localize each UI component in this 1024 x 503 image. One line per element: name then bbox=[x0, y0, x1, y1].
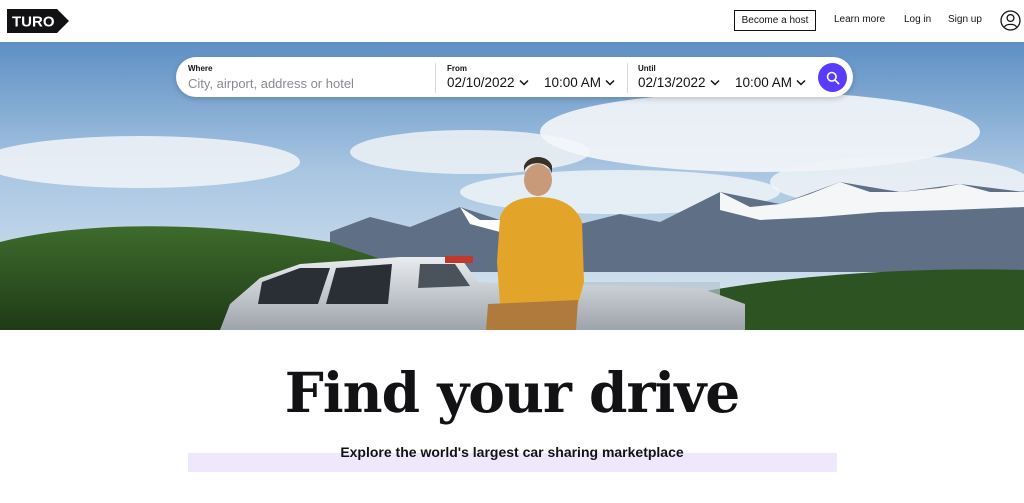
search-bar: Where From 02/10/2022 10:00 AM Until 02/… bbox=[176, 57, 853, 97]
until-time-select[interactable]: 10:00 AM bbox=[735, 75, 806, 90]
search-divider bbox=[435, 63, 436, 93]
where-label: Where bbox=[188, 64, 213, 73]
from-time-select[interactable]: 10:00 AM bbox=[544, 75, 615, 90]
from-label: From bbox=[447, 64, 467, 73]
learn-more-link[interactable]: Learn more bbox=[834, 14, 885, 25]
search-button[interactable] bbox=[818, 63, 847, 92]
until-time-value: 10:00 AM bbox=[735, 75, 793, 90]
from-date-value: 02/10/2022 bbox=[447, 75, 515, 90]
until-label: Until bbox=[638, 64, 656, 73]
turo-logo[interactable]: TURO bbox=[7, 9, 69, 33]
log-in-link[interactable]: Log in bbox=[904, 14, 931, 25]
where-input[interactable] bbox=[188, 75, 428, 91]
become-a-host-button[interactable]: Become a host bbox=[734, 10, 816, 31]
search-divider bbox=[627, 63, 628, 93]
from-date-select[interactable]: 02/10/2022 bbox=[447, 75, 529, 90]
from-time-value: 10:00 AM bbox=[544, 75, 602, 90]
chevron-down-icon bbox=[710, 79, 720, 86]
sign-up-link[interactable]: Sign up bbox=[948, 14, 982, 25]
subheadline: Explore the world's largest car sharing … bbox=[340, 444, 684, 460]
until-date-select[interactable]: 02/13/2022 bbox=[638, 75, 720, 90]
top-navigation: TURO Become a host Learn more Log in Sig… bbox=[0, 0, 1024, 42]
page-title: Find your drive bbox=[284, 360, 741, 425]
chevron-down-icon bbox=[796, 79, 806, 86]
logo-text: TURO bbox=[12, 14, 55, 31]
user-account-icon[interactable] bbox=[1000, 10, 1021, 31]
chevron-down-icon bbox=[519, 79, 529, 86]
until-date-value: 02/13/2022 bbox=[638, 75, 706, 90]
chevron-down-icon bbox=[605, 79, 615, 86]
search-icon bbox=[826, 71, 839, 84]
